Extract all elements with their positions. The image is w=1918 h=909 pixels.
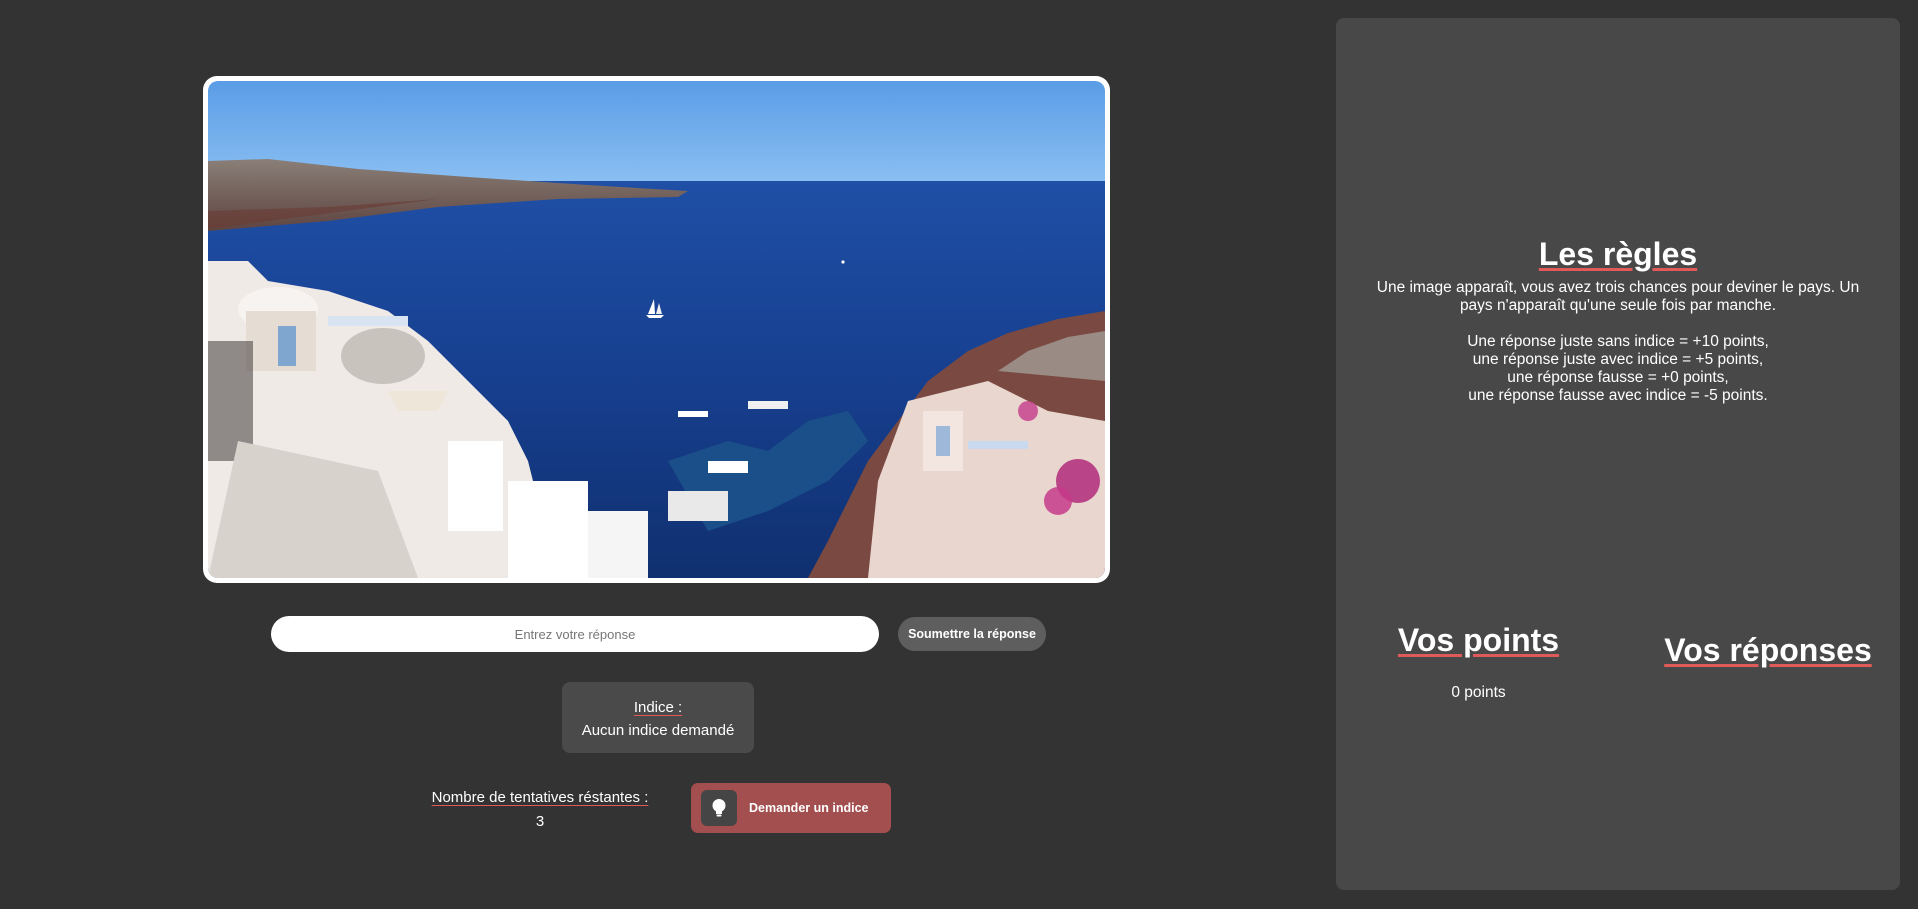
remaining-tries-label: Nombre de tentatives réstantes : [431,789,649,806]
rules-title: Les règles [1538,236,1698,272]
hint-title: Indice : [633,699,683,716]
side-panel: Les règles Une image apparaît, vous avez… [1336,18,1900,890]
guess-photo-frame [203,76,1110,583]
lightbulb-icon [701,790,737,826]
submit-answer-button[interactable]: Soumettre la réponse [898,617,1046,651]
guess-photo [208,81,1105,578]
rules-scoring-line: Une réponse juste sans indice = +10 poin… [1467,333,1769,350]
rules-text: Une image apparaît, vous avez trois chan… [1366,279,1870,423]
ask-hint-button[interactable]: Demander un indice [691,783,891,833]
rules-scoring-line: une réponse fausse = +0 points, [1507,369,1729,386]
answer-input[interactable] [271,616,879,652]
rules-intro: Une image apparaît, vous avez trois chan… [1376,279,1860,314]
hint-box: Indice : Aucun indice demandé [562,682,754,753]
rules-scoring-line: une réponse fausse avec indice = -5 poin… [1468,387,1768,404]
rules-scoring: Une réponse juste sans indice = +10 poin… [1366,333,1870,405]
ask-hint-label: Demander un indice [749,801,869,815]
rules-scoring-line: une réponse juste avec indice = +5 point… [1472,351,1764,368]
points-value: 0 points [1451,684,1506,701]
remaining-tries: Nombre de tentatives réstantes : 3 [400,786,680,834]
points-title: Vos points [1397,622,1560,658]
page: Soumettre la réponse Indice : Aucun indi… [0,0,1918,909]
remaining-tries-value: 3 [535,813,545,830]
answers-title: Vos réponses [1664,632,1872,668]
hint-text: Aucun indice demandé [581,722,735,739]
guess-photo-image [208,81,1105,578]
